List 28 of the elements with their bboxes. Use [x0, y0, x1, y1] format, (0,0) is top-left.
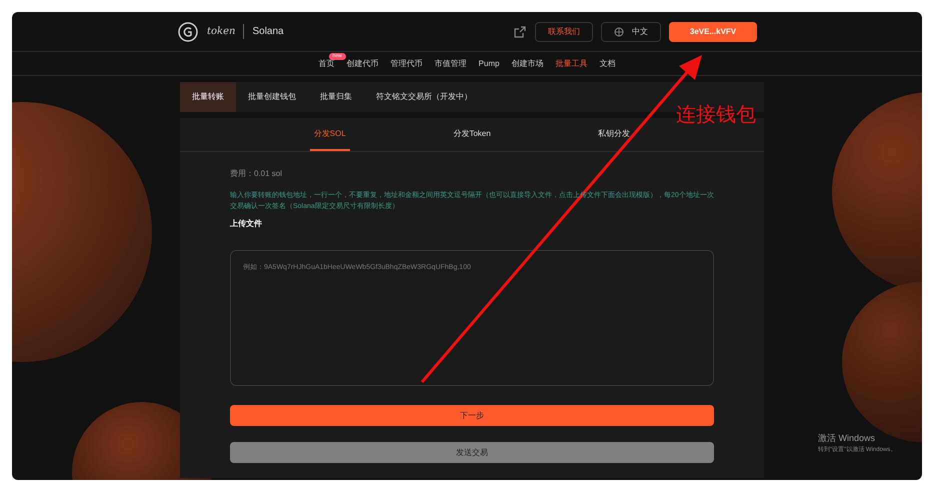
chain-label: Solana: [243, 24, 284, 39]
send-transaction-button[interactable]: 发送交易: [230, 442, 714, 463]
logo-icon: [177, 20, 199, 42]
nav-link[interactable]: Pump: [478, 58, 500, 70]
sub-tab[interactable]: 批量归集: [308, 82, 364, 112]
share-icon[interactable]: [513, 24, 527, 38]
panel-tab[interactable]: 私钥分发: [594, 118, 634, 151]
next-button[interactable]: 下一步: [230, 405, 714, 426]
contact-button[interactable]: 联系我们: [535, 22, 593, 42]
panel-tab[interactable]: 分发SOL: [310, 118, 350, 151]
logo-text: token: [207, 25, 236, 39]
sub-tab[interactable]: 批量转账: [180, 82, 236, 112]
annotation-text: 连接钱包: [676, 103, 756, 128]
os-notice-title: 激活 Windows: [818, 432, 876, 445]
nav-link[interactable]: 创建市场: [511, 58, 544, 70]
nav-link[interactable]: 文档: [599, 58, 616, 70]
fee-text: 费用：0.01 sol: [230, 168, 284, 180]
sub-tab[interactable]: 批量创建钱包: [236, 82, 308, 112]
nav-link[interactable]: 首页: [318, 58, 335, 70]
upload-label: 上传文件: [230, 218, 263, 230]
nav-link[interactable]: 批量工具: [555, 58, 588, 70]
globe-icon: [614, 26, 624, 36]
sub-tab[interactable]: 符文铭文交易所（开发中）: [364, 82, 484, 112]
language-button[interactable]: 中文: [601, 22, 661, 42]
panel-tab[interactable]: 分发Token: [449, 118, 495, 151]
nav-link[interactable]: 管理代币: [390, 58, 423, 70]
nav-link[interactable]: 创建代币: [346, 58, 379, 70]
nav-link[interactable]: 市值管理: [434, 58, 467, 70]
